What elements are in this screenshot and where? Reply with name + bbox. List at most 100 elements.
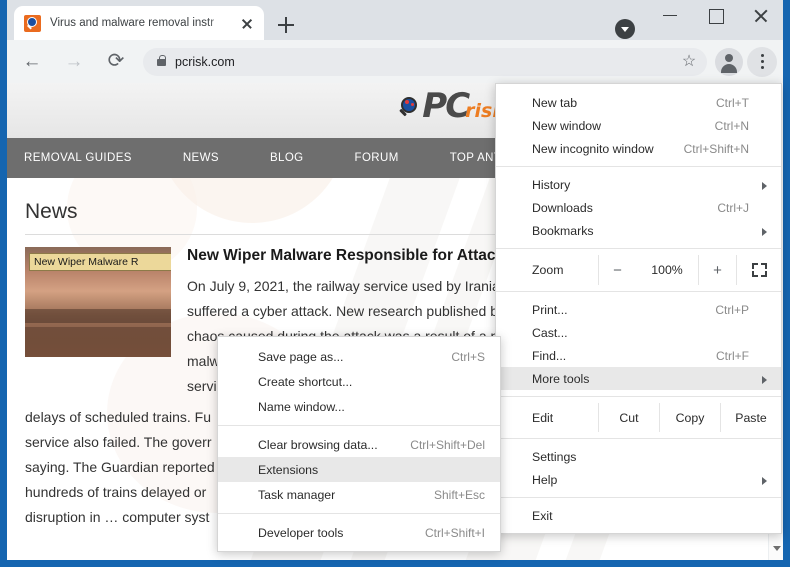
tab-strip: Virus and malware removal instr [7,0,783,40]
submenu-item-create-shortcut[interactable]: Create shortcut... [218,369,500,394]
menu-item-label: Print... [532,303,568,317]
zoom-label: Zoom [496,255,598,285]
browser-tab[interactable]: Virus and malware removal instr [14,6,264,40]
close-icon[interactable] [236,12,258,34]
submenu-item-developer-tools[interactable]: Developer tools Ctrl+Shift+I [218,520,500,545]
close-icon[interactable] [738,0,783,30]
plus-icon[interactable] [273,12,299,38]
nav-item-news[interactable]: NEWS [183,152,219,164]
menu-item-label: Find... [532,349,566,363]
menu-item-label: Clear browsing data... [258,438,378,452]
address-bar[interactable]: pcrisk.com ☆ [143,48,707,76]
window-controls [648,0,783,30]
arrow-forward-icon [57,45,91,79]
fullscreen-icon [752,263,767,277]
menu-item-new-tab[interactable]: New tab Ctrl+T [496,91,781,114]
menu-item-shortcut: Ctrl+P [715,303,766,317]
edit-label: Edit [496,403,598,432]
three-dot-menu-icon[interactable] [747,47,777,77]
chevron-down-circle-icon[interactable] [615,19,635,39]
zoom-out-button[interactable]: − [598,255,636,285]
menu-item-label: Exit [532,509,553,523]
menu-item-shortcut: Ctrl+F [716,349,766,363]
menu-separator [218,425,500,426]
menu-item-shortcut: Shift+Esc [434,488,485,502]
menu-item-shortcut: Ctrl+Shift+N [684,142,766,156]
menu-item-shortcut: Ctrl+Shift+Del [410,438,485,452]
more-tools-submenu: Save page as... Ctrl+S Create shortcut..… [217,336,501,552]
menu-item-label: Downloads [532,201,593,215]
menu-item-more-tools[interactable]: More tools [496,367,781,390]
article-thumbnail[interactable]: New Wiper Malware R [25,247,171,357]
tab-title: Virus and malware removal instr [50,17,234,29]
submenu-item-task-manager[interactable]: Task manager Shift+Esc [218,482,500,507]
browser-window: Virus and malware removal instr pcrisk.c… [0,0,790,567]
menu-item-label: Cast... [532,326,568,340]
menu-item-label: Create shortcut... [258,375,352,389]
menu-item-label: Help [532,473,557,487]
menu-item-new-incognito-window[interactable]: New incognito window Ctrl+Shift+N [496,137,781,160]
menu-item-exit[interactable]: Exit [496,504,781,527]
chevron-right-icon [762,182,767,190]
menu-item-label: History [532,178,570,192]
menu-item-shortcut: Ctrl+T [716,96,766,110]
cut-button[interactable]: Cut [598,403,659,432]
menu-item-shortcut: Ctrl+S [451,350,485,364]
menu-separator [496,396,781,397]
chevron-right-icon [762,376,767,384]
menu-item-zoom: Zoom − 100% + [496,255,781,285]
menu-item-downloads[interactable]: Downloads Ctrl+J [496,196,781,219]
maximize-icon[interactable] [693,0,738,30]
menu-separator [496,291,781,292]
menu-item-settings[interactable]: Settings [496,445,781,468]
magnifier-icon [398,97,420,119]
menu-item-label: Settings [532,450,576,464]
browser-toolbar: pcrisk.com ☆ [7,40,783,83]
chevron-right-icon [762,477,767,485]
menu-item-label: Task manager [258,488,335,502]
paste-button[interactable]: Paste [720,403,781,432]
reload-icon[interactable] [99,45,133,79]
submenu-item-name-window[interactable]: Name window... [218,394,500,419]
menu-item-label: New window [532,119,601,133]
arrow-back-icon[interactable] [15,45,49,79]
menu-item-shortcut: Ctrl+Shift+I [425,526,485,540]
submenu-item-extensions[interactable]: Extensions [218,457,500,482]
menu-item-edit: Edit Cut Copy Paste [496,403,781,432]
pcrisk-magnifier-icon [24,15,41,32]
menu-item-label: New incognito window [532,142,654,156]
menu-item-print[interactable]: Print... Ctrl+P [496,298,781,321]
nav-item-removal-guides[interactable]: REMOVAL GUIDES [24,152,132,164]
copy-button[interactable]: Copy [659,403,720,432]
menu-item-cast[interactable]: Cast... [496,321,781,344]
thumbnail-caption: New Wiper Malware R [29,253,171,271]
url-text: pcrisk.com [175,55,235,69]
lock-icon [157,59,166,66]
nav-item-forum[interactable]: FORUM [355,152,399,164]
menu-item-new-window[interactable]: New window Ctrl+N [496,114,781,137]
menu-item-help[interactable]: Help [496,468,781,491]
logo-pc-text: PC [422,89,468,123]
menu-item-shortcut: Ctrl+J [717,201,766,215]
menu-item-bookmarks[interactable]: Bookmarks [496,219,781,242]
pcrisk-logo[interactable]: PC risk [398,89,505,123]
menu-item-find[interactable]: Find... Ctrl+F [496,344,781,367]
submenu-item-save-page-as[interactable]: Save page as... Ctrl+S [218,344,500,369]
minimize-icon[interactable] [648,0,693,30]
scroll-down-arrow-icon[interactable] [773,546,781,551]
menu-item-history[interactable]: History [496,173,781,196]
zoom-in-button[interactable]: + [698,255,736,285]
menu-item-label: Save page as... [258,350,343,364]
submenu-item-clear-browsing-data[interactable]: Clear browsing data... Ctrl+Shift+Del [218,432,500,457]
menu-separator [496,248,781,249]
menu-item-shortcut: Ctrl+N [715,119,766,133]
fullscreen-button[interactable] [736,255,781,285]
menu-item-label: Developer tools [258,526,343,540]
nav-item-blog[interactable]: BLOG [270,152,304,164]
menu-item-label: More tools [532,372,589,386]
menu-item-label: Bookmarks [532,224,594,238]
star-icon[interactable]: ☆ [679,52,699,72]
profile-avatar-icon[interactable] [715,48,743,76]
chevron-right-icon [762,228,767,236]
zoom-level-value: 100% [636,255,698,285]
